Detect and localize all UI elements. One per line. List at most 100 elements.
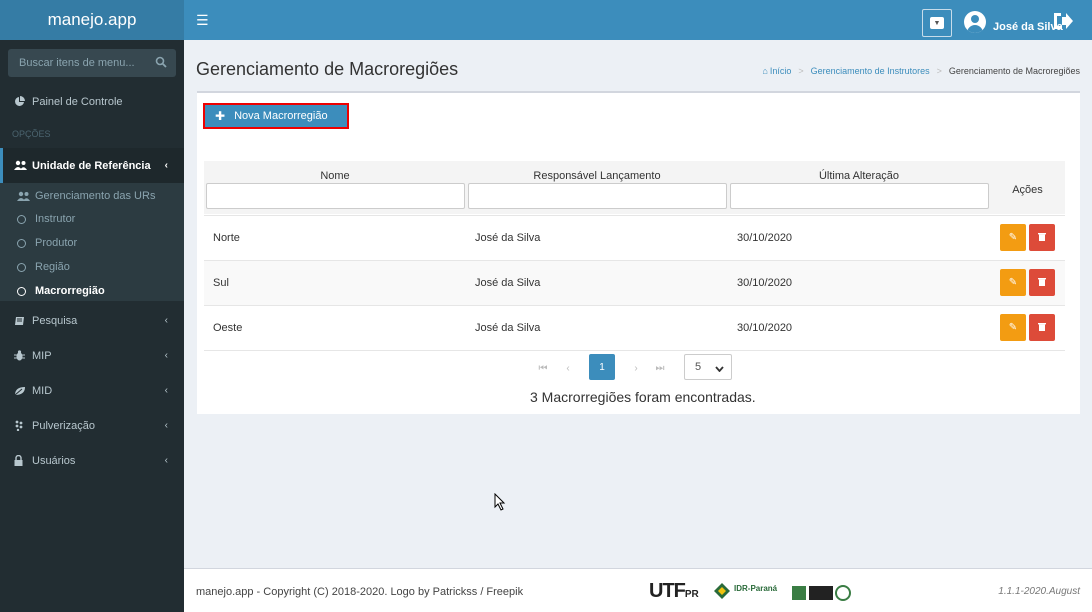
- next-page-icon[interactable]: ›: [625, 357, 647, 379]
- page-size-select[interactable]: 5: [684, 354, 732, 380]
- sidebar-item-label: Unidade de Referência: [32, 159, 151, 172]
- sidebar-section-header: OPÇÕES: [12, 129, 51, 139]
- sidebar-item-label: Pulverização: [32, 419, 95, 432]
- sidebar-item-mip[interactable]: MIP ‹: [0, 338, 184, 373]
- page-button-current[interactable]: 1: [589, 354, 615, 380]
- mouse-cursor-icon: [494, 493, 506, 511]
- sidebar-item-label: MIP: [32, 349, 52, 362]
- new-macroregion-label: Nova Macrorregião: [234, 110, 328, 122]
- chevron-left-icon: ‹: [164, 315, 168, 326]
- circle-icon: [17, 286, 26, 296]
- sidebar-subitem-macrorregiao[interactable]: Macrorregião: [0, 279, 184, 303]
- breadcrumb-separator: >: [936, 66, 942, 76]
- footer-copyright: manejo.app - Copyright (C) 2018-2020. Lo…: [196, 586, 524, 598]
- cell-data: 30/10/2020: [737, 232, 793, 244]
- sidebar-subitem-regiao[interactable]: Região: [0, 255, 184, 279]
- table-divider: [204, 350, 1065, 351]
- new-macroregion-button[interactable]: ✚ Nova Macrorregião: [203, 103, 349, 129]
- cell-nome: Norte: [213, 232, 240, 244]
- idr-parana-logo: IDR-Paraná: [712, 581, 778, 601]
- chevron-down-icon: ▼: [930, 17, 944, 29]
- cell-nome: Sul: [213, 277, 229, 289]
- footer: manejo.app - Copyright (C) 2018-2020. Lo…: [184, 568, 1092, 612]
- last-page-icon[interactable]: ⏭: [649, 357, 671, 379]
- sidebar-item-pulverizacao[interactable]: Pulverização ‹: [0, 408, 184, 443]
- sidebar-subitem-gerenciamento-urs[interactable]: Gerenciamento das URs: [0, 184, 184, 208]
- chevron-left-icon: ‹: [164, 385, 168, 396]
- embrapa-logo: [792, 580, 852, 602]
- filter-ultima-alteracao-input[interactable]: [730, 183, 989, 209]
- breadcrumb-item-instrutores[interactable]: Gerenciamento de Instrutores: [811, 66, 930, 76]
- circle-icon: [17, 214, 26, 224]
- sidebar-item-dashboard[interactable]: Painel de Controle: [0, 84, 184, 119]
- first-page-icon[interactable]: ⏮: [532, 357, 554, 379]
- filter-nome-input[interactable]: [206, 183, 465, 209]
- trash-icon: [1038, 232, 1046, 244]
- utfpr-logo: UTFPR: [649, 580, 699, 602]
- prev-page-icon[interactable]: ‹: [557, 357, 579, 379]
- bug-icon: [14, 350, 32, 361]
- circle-icon: [17, 238, 26, 248]
- sidebar-item-pesquisa[interactable]: Pesquisa ‹: [0, 303, 184, 338]
- home-icon[interactable]: ⌂: [762, 66, 767, 76]
- search-icon[interactable]: [155, 56, 167, 68]
- top-navbar: ☰ ▼ José da Silva: [184, 0, 1092, 40]
- sidebar-subitem-label: Macrorregião: [35, 285, 105, 297]
- cell-data: 30/10/2020: [737, 277, 793, 289]
- delete-button[interactable]: [1029, 224, 1055, 251]
- app-logo[interactable]: manejo.app: [0, 0, 184, 40]
- table-row: [204, 260, 1065, 305]
- lock-icon: [14, 455, 32, 466]
- page-title: Gerenciamento de Macroregiões: [196, 59, 459, 79]
- breadcrumb: ⌂ Início > Gerenciamento de Instrutores …: [762, 66, 1080, 76]
- brand-name: manejo.app: [47, 10, 137, 29]
- edit-button[interactable]: ✎: [1000, 269, 1026, 296]
- pie-chart-icon: [14, 96, 32, 107]
- table-row: [204, 305, 1065, 350]
- search-placeholder: Buscar itens de menu...: [19, 57, 135, 69]
- edit-button[interactable]: ✎: [1000, 224, 1026, 251]
- users-icon: [17, 191, 30, 202]
- cell-responsavel: José da Silva: [475, 322, 541, 334]
- sidebar-subitem-label: Gerenciamento das URs: [35, 190, 156, 202]
- trash-icon: [1038, 277, 1046, 289]
- sidebar-subitem-label: Produtor: [35, 237, 78, 249]
- menu-toggle-icon[interactable]: ☰: [196, 12, 209, 29]
- sidebar-item-unidade-referencia[interactable]: Unidade de Referência ‹: [0, 148, 184, 183]
- pencil-icon: ✎: [1008, 322, 1018, 333]
- breadcrumb-separator: >: [798, 66, 804, 76]
- user-avatar-icon[interactable]: [964, 11, 986, 33]
- leaf-icon: [14, 386, 32, 396]
- cell-nome: Oeste: [213, 322, 243, 334]
- delete-button[interactable]: [1029, 314, 1055, 341]
- header-dropdown-button[interactable]: ▼: [922, 9, 952, 37]
- breadcrumb-item-current: Gerenciamento de Macroregiões: [948, 66, 1080, 76]
- breadcrumb-item-home[interactable]: Início: [770, 66, 792, 76]
- plus-icon: ✚: [215, 109, 226, 123]
- sidebar-search-input[interactable]: Buscar itens de menu...: [8, 49, 176, 77]
- cell-responsavel: José da Silva: [475, 232, 541, 244]
- cell-responsavel: José da Silva: [475, 277, 541, 289]
- sidebar-item-label: Painel de Controle: [32, 95, 123, 108]
- column-header-responsavel[interactable]: Responsável Lançamento: [466, 170, 728, 182]
- logout-icon[interactable]: [1052, 11, 1074, 31]
- results-count-text: 3 Macrorregiões foram encontradas.: [530, 389, 756, 405]
- column-header-nome[interactable]: Nome: [204, 170, 466, 182]
- chevron-down-icon: [715, 363, 724, 375]
- sidebar-subitem-produtor[interactable]: Produtor: [0, 231, 184, 255]
- page-size-value: 5: [695, 361, 702, 373]
- filter-responsavel-input[interactable]: [468, 183, 727, 209]
- sidebar-item-label: Usuários: [32, 454, 76, 467]
- chevron-left-icon: ‹: [164, 455, 168, 466]
- sidebar-subitem-label: Região: [35, 261, 70, 273]
- sidebar-item-mid[interactable]: MID ‹: [0, 373, 184, 408]
- users-icon: [14, 160, 32, 171]
- delete-button[interactable]: [1029, 269, 1055, 296]
- sidebar-submenu: Gerenciamento das URs Instrutor Produtor…: [0, 183, 184, 301]
- pencil-icon: ✎: [1008, 277, 1018, 288]
- sidebar-subitem-instrutor[interactable]: Instrutor: [0, 207, 184, 231]
- edit-button[interactable]: ✎: [1000, 314, 1026, 341]
- column-header-ultima-alteracao[interactable]: Última Alteração: [728, 170, 990, 182]
- sidebar-item-usuarios[interactable]: Usuários ‹: [0, 443, 184, 478]
- pencil-icon: ✎: [1008, 232, 1018, 243]
